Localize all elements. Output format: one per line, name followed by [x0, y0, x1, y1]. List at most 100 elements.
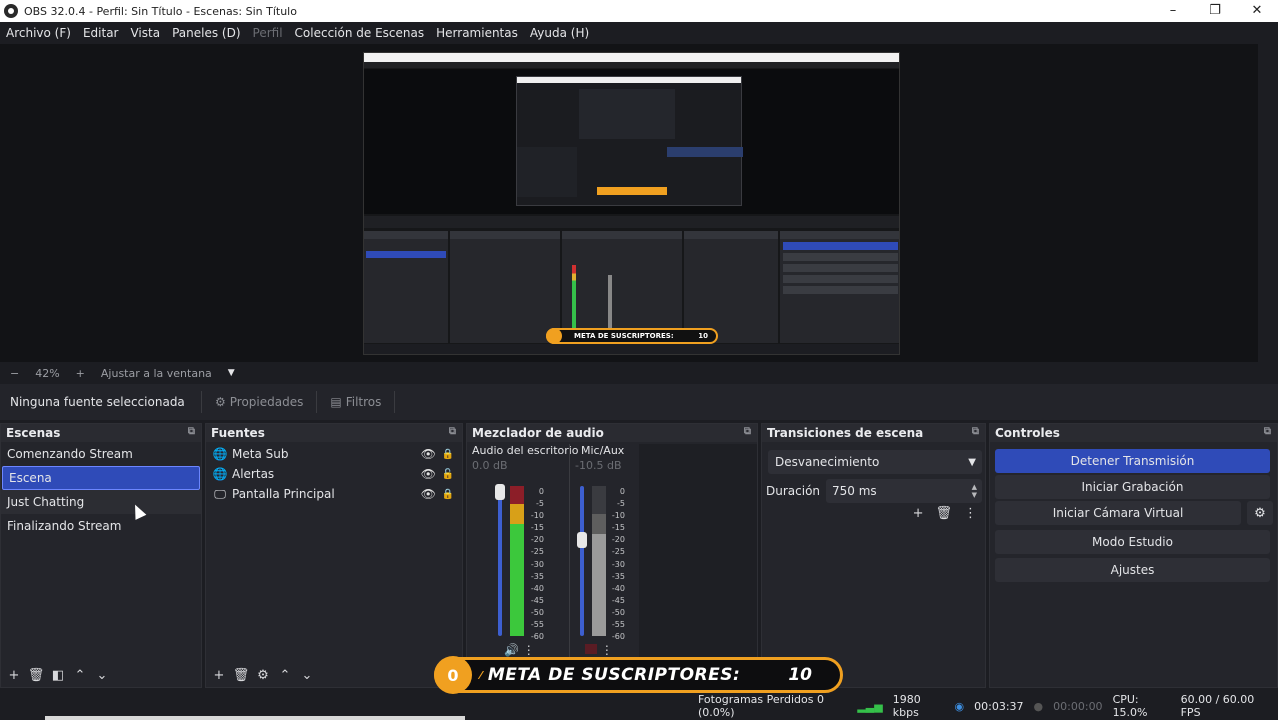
menu-herramientas[interactable]: Herramientas: [436, 26, 518, 40]
add-scene-icon[interactable]: +: [5, 668, 23, 683]
db-tick-label: -60: [530, 632, 544, 642]
add-transition-icon[interactable]: +: [913, 506, 924, 521]
menu-ayuda[interactable]: Ayuda (H): [530, 26, 589, 40]
scene-filters-icon[interactable]: ◧: [49, 668, 67, 683]
overlay-count: 10: [788, 665, 812, 685]
stream-time: 00:03:37: [974, 699, 1024, 713]
visibility-eye-icon[interactable]: 👁: [421, 487, 436, 501]
menu-editar[interactable]: Editar: [83, 26, 119, 40]
db-tick-label: -20: [530, 535, 544, 545]
db-scale: 0 -5 -10 -15 -20 -25 -30 -35 -40 -45 -50 -55 -60: [528, 486, 544, 643]
move-up-icon[interactable]: ⌃: [71, 668, 89, 683]
source-settings-icon[interactable]: ⚙: [254, 668, 272, 683]
browser-icon: 🌐: [212, 447, 228, 461]
audio-mixer-dock: Mezclador de audio ⧉ Audio del escritori…: [466, 423, 758, 688]
scene-item-selected[interactable]: Escena: [2, 466, 200, 490]
channel-buttons: ⋮: [585, 643, 613, 657]
network-bars-icon: ▂▃▅: [857, 699, 883, 713]
volume-slider-track[interactable]: [580, 486, 584, 636]
stream-live-icon: ◉: [954, 699, 965, 713]
fit-window-dropdown-icon[interactable]: ▼: [228, 368, 235, 378]
undock-icon[interactable]: ⧉: [1264, 426, 1271, 437]
source-item[interactable]: 🌐 Meta Sub 👁 🔒: [206, 444, 462, 464]
transition-menu-icon[interactable]: ⋮: [964, 506, 977, 521]
virtual-camera-settings-gear-icon[interactable]: ⚙: [1247, 501, 1273, 525]
remove-scene-icon[interactable]: 🗑: [27, 668, 45, 683]
visibility-eye-icon[interactable]: 👁: [421, 447, 436, 461]
fit-window-label[interactable]: Ajustar a la ventana: [101, 367, 212, 380]
dropped-frames: Fotogramas Perdidos 0 (0.0%): [698, 693, 824, 719]
sources-title: Fuentes ⧉: [206, 424, 462, 442]
unlock-icon[interactable]: 🔓: [442, 469, 454, 480]
undock-icon[interactable]: ⧉: [744, 426, 751, 437]
spin-arrows-icon[interactable]: ▲ ▼: [972, 483, 977, 499]
nested-subscriber-badge: META DE SUSCRIPTORES: 10: [546, 328, 718, 344]
preview-output-frame: META DE SUSCRIPTORES: 10: [363, 52, 900, 355]
duration-spinbox[interactable]: 750 ms ▲ ▼: [826, 479, 982, 503]
filters-button[interactable]: ▤ Filtros: [318, 395, 393, 409]
db-tick-label: -55: [530, 620, 544, 630]
source-item[interactable]: 🌐 Alertas 👁 🔓: [206, 464, 462, 484]
start-virtual-camera-button[interactable]: Iniciar Cámara Virtual: [995, 501, 1241, 525]
start-recording-button[interactable]: Iniciar Grabación: [995, 475, 1270, 499]
nested-menu-bar: [364, 62, 899, 68]
add-source-icon[interactable]: +: [210, 668, 228, 683]
scene-item[interactable]: Finalizando Stream: [1, 514, 201, 538]
nested-preview: [364, 69, 899, 214]
volume-slider-knob[interactable]: [577, 532, 587, 548]
channel-buttons: 🔊 ⋮: [504, 643, 535, 657]
channel-menu-icon[interactable]: ⋮: [523, 643, 535, 657]
maximize-button[interactable]: ❐: [1194, 0, 1236, 22]
duration-label: Duración: [766, 484, 821, 498]
close-button[interactable]: ✕: [1236, 0, 1278, 22]
menu-coleccion-escenas[interactable]: Colección de Escenas: [295, 26, 425, 40]
overlay-label: META DE SUSCRIPTORES:: [487, 665, 741, 685]
preview-canvas[interactable]: META DE SUSCRIPTORES: 10: [0, 44, 1258, 362]
transition-select[interactable]: Desvanecimiento ▼: [768, 450, 982, 474]
nested-status-bar: [364, 344, 899, 354]
properties-button[interactable]: ⚙ Propiedades: [203, 395, 315, 409]
menu-paneles[interactable]: Paneles (D): [172, 26, 240, 40]
undock-icon[interactable]: ⧉: [449, 426, 456, 437]
undock-icon[interactable]: ⧉: [972, 426, 979, 437]
stop-stream-button[interactable]: Detener Transmisión: [995, 449, 1270, 473]
volume-slider-track[interactable]: [498, 486, 502, 636]
transitions-title: Transiciones de escena ⧉: [762, 424, 985, 442]
volume-slider-knob[interactable]: [495, 484, 505, 500]
duration-row: Duración 750 ms ▲ ▼: [766, 479, 982, 503]
db-tick-label: -40: [530, 583, 544, 593]
scene-item[interactable]: Comenzando Stream: [1, 442, 201, 466]
move-down-icon[interactable]: ⌄: [93, 668, 111, 683]
source-item[interactable]: 🖵 Pantalla Principal 👁 🔒: [206, 484, 462, 504]
menu-bar: Archivo (F) Editar Vista Paneles (D) Per…: [0, 22, 1278, 44]
cpu-usage: CPU: 15.0%: [1112, 693, 1148, 719]
lock-icon[interactable]: 🔒: [442, 449, 454, 460]
menu-vista[interactable]: Vista: [130, 26, 160, 40]
zoom-in-button[interactable]: +: [76, 367, 85, 380]
minimize-button[interactable]: –: [1152, 0, 1194, 22]
remove-transition-icon[interactable]: 🗑: [935, 506, 952, 521]
remove-source-icon[interactable]: 🗑: [232, 668, 250, 683]
mute-indicator-icon[interactable]: [585, 644, 597, 654]
undock-icon[interactable]: ⧉: [188, 426, 195, 437]
move-down-icon[interactable]: ⌄: [298, 668, 316, 683]
db-tick-label: -50: [530, 607, 544, 617]
move-up-icon[interactable]: ⌃: [276, 668, 294, 683]
horizontal-scrollbar[interactable]: [45, 716, 465, 720]
channel-db: 0.0 dB: [472, 459, 508, 472]
lock-icon[interactable]: 🔒: [442, 489, 454, 500]
menu-archivo[interactable]: Archivo (F): [6, 26, 71, 40]
channel-menu-icon[interactable]: ⋮: [601, 643, 613, 657]
db-tick-label: 0: [619, 487, 625, 496]
settings-button[interactable]: Ajustes: [995, 558, 1270, 582]
db-tick-label: -15: [611, 523, 625, 533]
studio-mode-button[interactable]: Modo Estudio: [995, 530, 1270, 554]
level-meter: [510, 486, 524, 636]
zoom-out-button[interactable]: −: [10, 367, 19, 380]
speaker-icon[interactable]: 🔊: [504, 643, 519, 657]
db-tick-label: -40: [611, 583, 625, 593]
controls-title: Controles ⧉: [990, 424, 1277, 442]
scene-item[interactable]: Just Chatting: [1, 490, 201, 514]
gear-icon: ⚙: [215, 395, 226, 409]
visibility-eye-icon[interactable]: 👁: [421, 467, 436, 481]
